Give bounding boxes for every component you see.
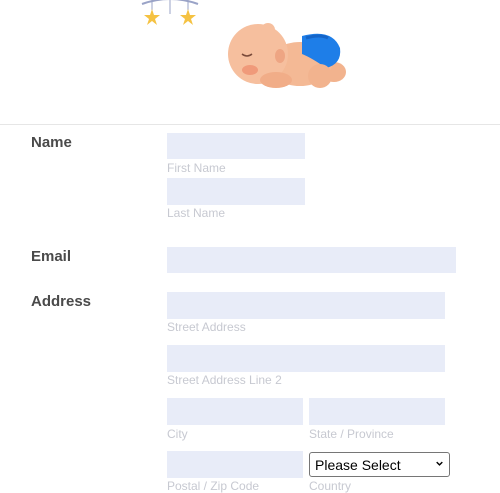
last-name-input[interactable] [167, 178, 305, 205]
country-sublabel: Country [309, 479, 352, 493]
street-address-input[interactable] [167, 292, 445, 319]
address-label: Address [31, 293, 92, 310]
state-province-sublabel: State / Province [309, 427, 394, 441]
city-input[interactable] [167, 398, 303, 425]
email-input[interactable] [167, 247, 456, 273]
first-name-input[interactable] [167, 133, 305, 159]
street-address-line2-sublabel: Street Address Line 2 [167, 373, 282, 387]
first-name-sublabel: First Name [167, 161, 226, 175]
chevron-down-icon [436, 461, 443, 466]
postal-code-sublabel: Postal / Zip Code [167, 479, 260, 493]
state-province-input[interactable] [309, 398, 445, 425]
city-sublabel: City [167, 427, 188, 441]
country-select-value: Please Select [315, 457, 401, 473]
street-address-line2-input[interactable] [167, 345, 445, 372]
form-header [0, 0, 500, 125]
postal-code-input[interactable] [167, 451, 303, 478]
baby-mobile-icon [141, 0, 199, 33]
street-address-sublabel: Street Address [167, 320, 246, 334]
sleeping-baby-illustration [228, 23, 346, 88]
email-label: Email [31, 248, 72, 265]
name-label: Name [31, 134, 72, 151]
country-select[interactable]: Please Select [309, 452, 450, 477]
last-name-sublabel: Last Name [167, 206, 226, 220]
